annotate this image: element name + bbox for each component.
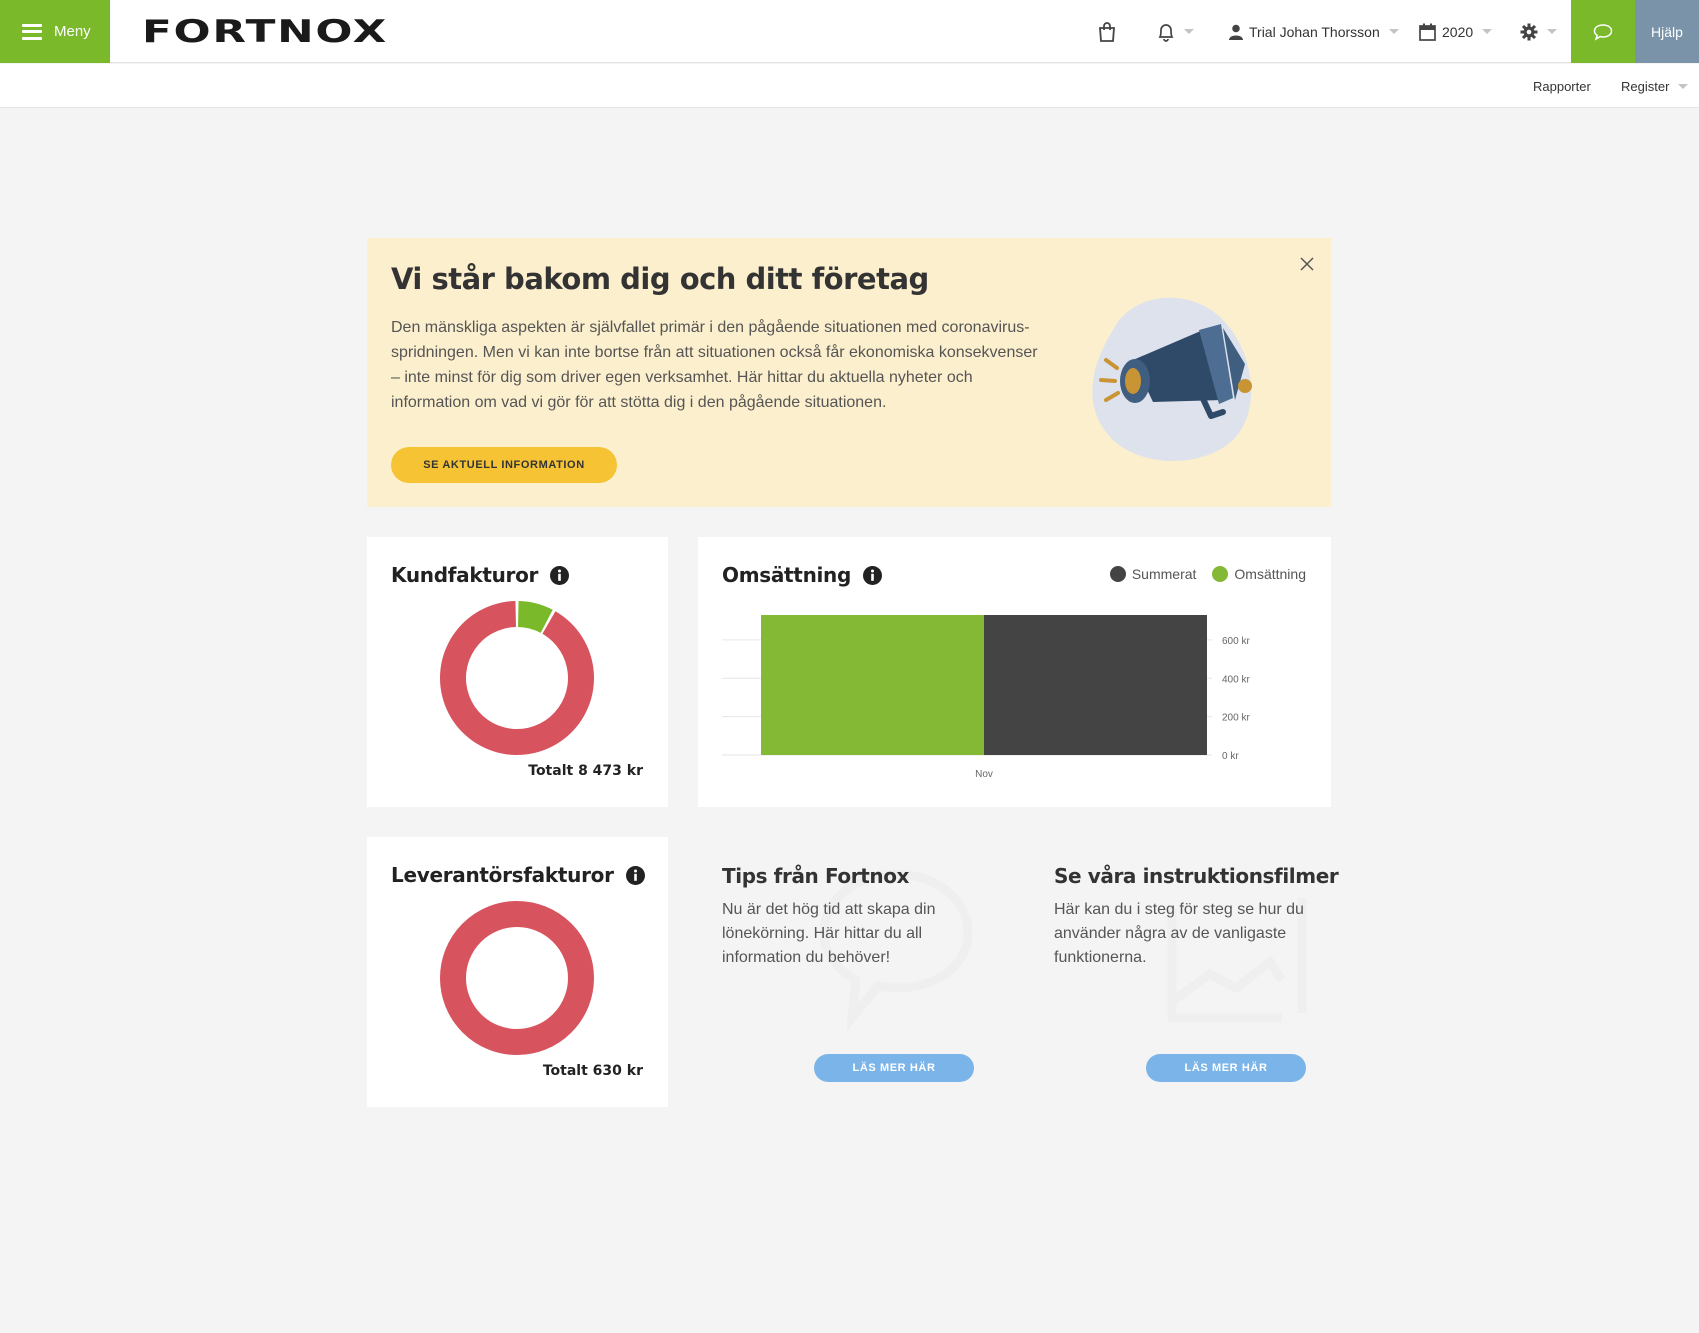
menu-label: Meny: [54, 23, 91, 40]
y-tick-label: 600 kr: [1222, 636, 1250, 647]
chevron-down-icon: [1388, 29, 1399, 34]
legend-label: Omsättning: [1234, 566, 1306, 582]
settings-button[interactable]: [1520, 0, 1557, 63]
corona-info-banner: Vi står bakom dig och ditt företag Den m…: [367, 238, 1331, 507]
x-tick-label: Nov: [975, 769, 993, 780]
reports-link[interactable]: Rapporter: [1533, 64, 1591, 108]
help-button[interactable]: Hjälp: [1635, 0, 1699, 63]
menu-button[interactable]: Meny: [0, 0, 110, 63]
info-icon[interactable]: [625, 865, 645, 885]
user-name: Trial Johan Thorsson: [1249, 23, 1380, 40]
info-icon[interactable]: [550, 565, 570, 585]
megaphone-illustration: [1092, 297, 1252, 461]
supplier-invoices-title: Leverantörsfakturor: [391, 863, 614, 887]
legend-swatch: [1109, 566, 1126, 582]
legend-label: Summerat: [1131, 566, 1197, 582]
hamburger-icon: [22, 23, 42, 40]
tips-read-more-button[interactable]: LÄS MER HÄR: [814, 1054, 974, 1082]
help-label: Hjälp: [1651, 23, 1683, 40]
top-bar: Meny FORTNOX Trial Johan Thorsson 2020 H…: [0, 0, 1699, 63]
chevron-down-icon: [1547, 29, 1557, 34]
supplier-invoices-total: Totalt 630 kr: [542, 1063, 643, 1079]
customer-invoices-total: Totalt 8 473 kr: [528, 763, 643, 779]
year-selector[interactable]: 2020: [1419, 0, 1493, 63]
donut-slices: [440, 601, 594, 755]
films-read-more-button[interactable]: LÄS MER HÄR: [1146, 1054, 1306, 1082]
legend-item-summerat[interactable]: Summerat: [1109, 566, 1197, 582]
notifications-button[interactable]: [1157, 0, 1194, 63]
register-menu[interactable]: Register: [1621, 64, 1689, 108]
current-info-button[interactable]: SE AKTUELL INFORMATION: [391, 447, 617, 483]
calendar-icon: [1419, 23, 1436, 41]
banner-title: Vi står bakom dig och ditt företag: [391, 262, 929, 296]
revenue-card: Omsättning Summerat Omsättning 0 kr 200 k…: [698, 537, 1331, 807]
banner-text: Den mänskliga aspekten är självfallet pr…: [391, 319, 1038, 411]
y-tick-label: 0 kr: [1222, 751, 1239, 762]
legend-swatch: [1212, 566, 1229, 582]
films-section: Se våra instruktionsfilmer Här kan du i …: [1054, 838, 1339, 1100]
chat-bubble-icon: [1593, 23, 1613, 41]
sub-navigation: Rapporter Register: [0, 64, 1699, 108]
chart-legend: Summerat Omsättning: [1109, 566, 1306, 582]
tips-text: Nu är det hög tid att skapa din lönekörn…: [722, 901, 936, 966]
shopping-bag-icon: [1099, 21, 1115, 42]
legend-item-omsattning[interactable]: Omsättning: [1212, 566, 1306, 582]
donut-slice[interactable]: [440, 901, 594, 1055]
bell-icon: [1158, 23, 1174, 42]
shop-button[interactable]: [1098, 0, 1116, 63]
user-menu[interactable]: Trial Johan Thorsson: [1229, 0, 1399, 63]
donut-slice[interactable]: [440, 601, 594, 755]
customer-invoices-card: Kundfakturor Totalt 8 473 kr: [367, 537, 668, 807]
supplier-invoices-card: Leverantörsfakturor Totalt 630 kr: [367, 837, 668, 1107]
bar-omsättning[interactable]: [761, 615, 984, 755]
tips-title: Tips från Fortnox: [722, 864, 910, 888]
gear-icon: [1520, 23, 1538, 40]
tips-section: Tips från Fortnox Nu är det hög tid att …: [722, 838, 978, 1100]
fortnox-logo[interactable]: FORTNOX: [142, 15, 390, 47]
supplier-invoices-donut[interactable]: [440, 901, 594, 1055]
customer-invoices-donut[interactable]: [440, 601, 594, 755]
revenue-title: Omsättning: [722, 563, 852, 587]
user-icon: [1229, 24, 1243, 40]
chevron-down-icon: [1184, 29, 1194, 34]
y-tick-label: 400 kr: [1222, 674, 1250, 685]
chevron-down-icon: [1678, 83, 1689, 89]
donut-slices: [440, 901, 594, 1055]
films-title: Se våra instruktionsfilmer: [1054, 864, 1339, 888]
chevron-down-icon: [1482, 29, 1493, 34]
films-text: Här kan du i steg för steg se hur du anv…: [1054, 901, 1304, 966]
year-label: 2020: [1442, 23, 1474, 40]
y-tick-label: 200 kr: [1222, 713, 1250, 724]
close-icon[interactable]: [1297, 254, 1317, 274]
revenue-bar-chart: 0 kr 200 kr 400 kr 600 kr Nov: [722, 615, 1250, 780]
info-icon[interactable]: [863, 565, 883, 585]
bar-summerat[interactable]: [984, 615, 1207, 755]
register-label: Register: [1621, 78, 1670, 94]
chat-button[interactable]: [1571, 0, 1635, 63]
customer-invoices-title: Kundfakturor: [391, 563, 539, 587]
reports-label: Rapporter: [1533, 78, 1591, 94]
logo-text: FORTNOX: [142, 15, 388, 47]
